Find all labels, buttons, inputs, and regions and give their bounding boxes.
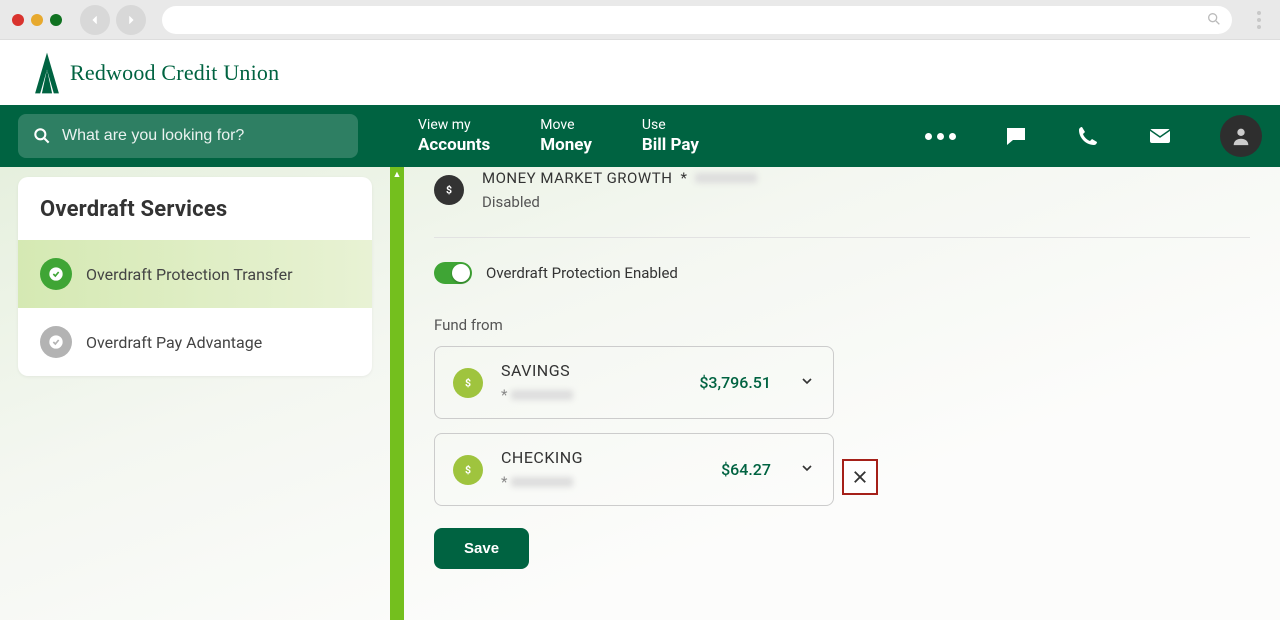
dollar-circle-icon: $ (453, 368, 483, 398)
main-nav: View my Accounts Move Money Use Bill Pay (0, 105, 1280, 167)
back-button[interactable] (80, 5, 110, 35)
phone-icon (1076, 124, 1100, 148)
main-content-wrap: ▲ $ MONEY MARKET GROWTH * Disabled (390, 167, 1280, 620)
nav-item-bill-pay[interactable]: Use Bill Pay (642, 116, 699, 156)
close-icon (851, 468, 869, 486)
svg-text:$: $ (465, 376, 471, 389)
profile-button[interactable] (1220, 115, 1262, 157)
masked-account-number (511, 390, 573, 400)
check-shield-icon (40, 326, 72, 358)
browser-nav-arrows (80, 5, 146, 35)
more-menu-button[interactable] (925, 133, 956, 140)
scrollbar-thumb[interactable] (390, 181, 404, 620)
account-row-money-market[interactable]: $ MONEY MARKET GROWTH * Disabled (434, 167, 1250, 227)
chevron-down-icon (799, 373, 815, 393)
dollar-circle-icon: $ (434, 175, 464, 205)
brand-logo-icon (30, 50, 64, 96)
check-shield-icon (40, 258, 72, 290)
site-search-input[interactable] (62, 127, 344, 145)
arrow-left-icon (88, 13, 102, 27)
browser-chrome (0, 0, 1280, 40)
user-icon (1230, 125, 1252, 147)
overdraft-toggle-label: Overdraft Protection Enabled (486, 264, 678, 282)
overdraft-toggle[interactable] (434, 262, 472, 284)
scroll-up-button[interactable]: ▲ (390, 167, 404, 181)
account-status: Disabled (482, 193, 757, 211)
fund-from-label: Fund from (434, 316, 1250, 334)
sidebar-item-overdraft-pay-advantage[interactable]: Overdraft Pay Advantage (18, 308, 372, 376)
search-icon (32, 126, 52, 146)
brand-name: Redwood Credit Union (70, 60, 279, 86)
url-bar[interactable] (162, 6, 1232, 34)
browser-menu-button[interactable] (1250, 11, 1268, 29)
mask-prefix: * (501, 473, 507, 491)
fund-source-savings[interactable]: $ SAVINGS * $3,796.51 (434, 346, 834, 419)
svg-text:$: $ (465, 463, 471, 476)
fund-balance: $64.27 (721, 460, 771, 479)
scrollbar[interactable]: ▲ (390, 167, 404, 620)
masked-account-number (695, 173, 757, 183)
sidebar-item-overdraft-protection-transfer[interactable]: Overdraft Protection Transfer (18, 240, 372, 308)
logo-bar: Redwood Credit Union (0, 40, 1280, 105)
overdraft-toggle-row: Overdraft Protection Enabled (434, 256, 1250, 302)
messages-button[interactable] (1004, 124, 1028, 148)
nav-item-accounts[interactable]: View my Accounts (418, 116, 490, 156)
divider (434, 237, 1250, 238)
dollar-circle-icon: $ (453, 455, 483, 485)
chat-icon (1004, 124, 1028, 148)
page-body: Overdraft Services Overdraft Protection … (0, 167, 1280, 620)
masked-account-number (511, 477, 573, 487)
site-search[interactable] (18, 114, 358, 158)
email-button[interactable] (1148, 124, 1172, 148)
sidebar-item-label: Overdraft Pay Advantage (86, 333, 262, 352)
arrow-right-icon (124, 13, 138, 27)
mask-prefix: * (501, 386, 507, 404)
remove-fund-source-button[interactable] (842, 459, 878, 495)
fund-balance: $3,796.51 (699, 373, 771, 392)
sidebar: Overdraft Services Overdraft Protection … (0, 167, 390, 620)
mail-icon (1148, 124, 1172, 148)
nav-item-move-money[interactable]: Move Money (540, 116, 592, 156)
sidebar-title: Overdraft Services (18, 177, 372, 240)
fund-name: SAVINGS (501, 361, 681, 380)
close-window-button[interactable] (12, 14, 24, 26)
svg-text:$: $ (446, 184, 452, 197)
chevron-down-icon (799, 460, 815, 480)
sidebar-item-label: Overdraft Protection Transfer (86, 265, 292, 284)
forward-button[interactable] (116, 5, 146, 35)
call-button[interactable] (1076, 124, 1100, 148)
mask-prefix: * (680, 169, 687, 187)
fund-name: CHECKING (501, 448, 703, 467)
main-content: $ MONEY MARKET GROWTH * Disabled Over (404, 167, 1280, 620)
window-controls (12, 14, 62, 26)
account-name: MONEY MARKET GROWTH (482, 169, 672, 187)
maximize-window-button[interactable] (50, 14, 62, 26)
nav-items: View my Accounts Move Money Use Bill Pay (418, 116, 699, 156)
sidebar-card: Overdraft Services Overdraft Protection … (18, 177, 372, 376)
search-icon (1206, 11, 1222, 31)
save-button[interactable]: Save (434, 528, 529, 569)
minimize-window-button[interactable] (31, 14, 43, 26)
fund-source-checking[interactable]: $ CHECKING * $64.27 (434, 433, 834, 506)
nav-right (925, 115, 1262, 157)
